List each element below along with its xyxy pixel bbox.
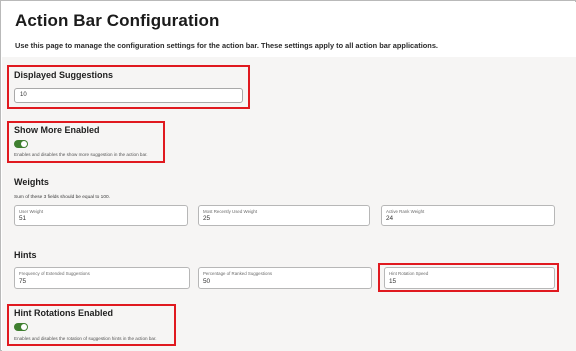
page-header: Action Bar Configuration Use this page t…: [2, 2, 576, 57]
displayed-suggestions-title: Displayed Suggestions: [14, 70, 114, 80]
show-more-helper: Enables and disables the show more sugge…: [14, 152, 148, 157]
displayed-suggestions-input[interactable]: 10: [14, 88, 243, 103]
active-rank-weight-label: Active Rank Weight: [386, 209, 425, 214]
user-weight-label: User Weight: [19, 209, 44, 214]
hint-rotations-title: Hint Rotations Enabled: [14, 308, 113, 318]
user-weight-field[interactable]: User Weight 51: [14, 205, 188, 226]
toggle-knob: [21, 324, 27, 330]
frequency-extended-suggestions-label: Frequency of Extended Suggestions: [19, 271, 90, 276]
frequency-extended-suggestions-value: 75: [19, 278, 27, 285]
most-recently-used-weight-value: 25: [203, 215, 211, 222]
percentage-ranked-suggestions-field[interactable]: Percentage of Ranked Suggestions 50: [198, 267, 372, 289]
weights-helper: Sum of these 3 fields should be equal to…: [14, 195, 111, 200]
page-description: Use this page to manage the configuratio…: [15, 41, 438, 50]
hint-rotation-speed-field[interactable]: Hint Rotation Speed 15: [384, 267, 555, 289]
page-title: Action Bar Configuration: [15, 11, 220, 30]
hint-rotation-speed-value: 15: [389, 278, 397, 285]
screenshot-frame: Action Bar Configuration Use this page t…: [0, 0, 576, 351]
hints-title: Hints: [14, 250, 37, 260]
frequency-extended-suggestions-field[interactable]: Frequency of Extended Suggestions 75: [14, 267, 190, 289]
weights-title: Weights: [14, 177, 49, 187]
settings-content: Displayed Suggestions 10 Show More Enabl…: [2, 57, 576, 351]
percentage-ranked-suggestions-value: 50: [203, 278, 211, 285]
hint-rotations-helper: Enables and disables the rotation of sug…: [14, 336, 157, 341]
most-recently-used-weight-field[interactable]: Most Recently Used Weight 25: [198, 205, 370, 226]
displayed-suggestions-value: 10: [20, 92, 27, 98]
active-rank-weight-field[interactable]: Active Rank Weight 24: [381, 205, 555, 226]
user-weight-value: 51: [19, 215, 27, 222]
hint-rotation-speed-label: Hint Rotation Speed: [389, 271, 429, 276]
most-recently-used-weight-label: Most Recently Used Weight: [203, 209, 258, 214]
active-rank-weight-value: 24: [386, 215, 394, 222]
toggle-knob: [21, 141, 27, 147]
hint-rotations-toggle[interactable]: [14, 323, 28, 331]
percentage-ranked-suggestions-label: Percentage of Ranked Suggestions: [203, 271, 273, 276]
show-more-toggle[interactable]: [14, 140, 28, 148]
show-more-title: Show More Enabled: [14, 125, 100, 135]
